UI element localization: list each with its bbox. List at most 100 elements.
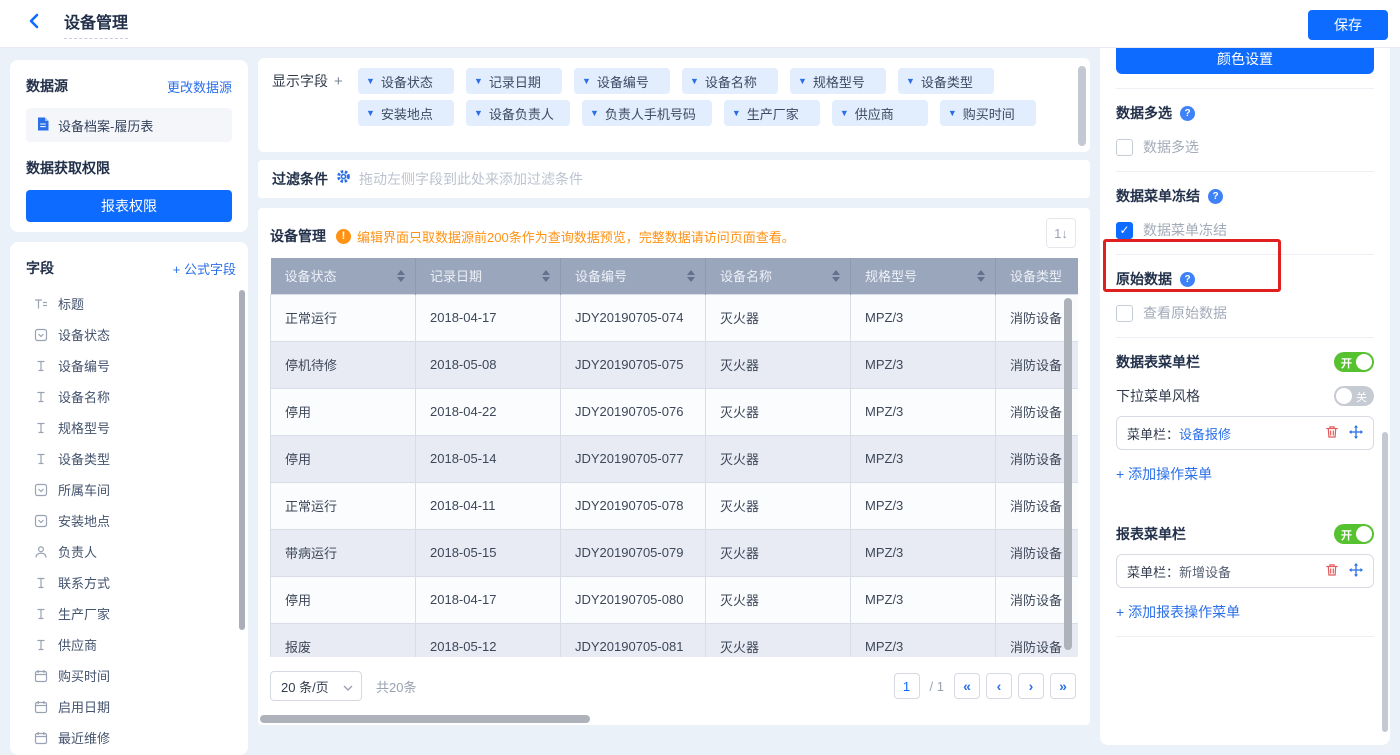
table-row[interactable]: 带病运行 2018-05-15 JDY20190705-079 灭火器 MPZ/3 消防设…	[270, 528, 1078, 577]
sort-arrows-icon[interactable]	[687, 269, 695, 282]
display-fields-scrollbar[interactable]	[1078, 66, 1086, 146]
checkbox-unchecked-icon[interactable]	[1116, 304, 1133, 322]
back-button[interactable]	[26, 13, 42, 34]
gear-icon[interactable]	[336, 169, 351, 189]
filter-bar[interactable]: 过滤条件 拖动左侧字段到此处来添加过滤条件	[258, 160, 1090, 198]
table-row[interactable]: 报废 2018-05-12 JDY20190705-081 灭火器 MPZ/3 消防设备	[270, 622, 1078, 657]
table-column-header[interactable]: 设备状态	[270, 258, 416, 294]
multi-select-option[interactable]: 数据多选	[1116, 137, 1374, 157]
display-field-chip[interactable]: ▼ 记录日期	[466, 68, 562, 94]
field-label: 设备类型	[58, 452, 111, 467]
field-list-item[interactable]: 安装地点	[26, 505, 236, 536]
help-icon[interactable]: ?	[1180, 105, 1195, 121]
page-size-select[interactable]: 20 条/页	[270, 671, 362, 701]
table-row[interactable]: 停用 2018-05-14 JDY20190705-077 灭火器 MPZ/3 消防设备	[270, 434, 1078, 483]
field-list-item[interactable]: 设备名称	[26, 381, 236, 412]
field-list-item[interactable]: 联系方式	[26, 567, 236, 598]
trash-icon[interactable]	[1325, 425, 1339, 442]
first-page-button[interactable]: «	[954, 673, 980, 699]
field-list-item[interactable]: 标题	[26, 288, 236, 319]
current-page-input[interactable]: 1	[893, 673, 920, 699]
sort-arrows-icon[interactable]	[977, 269, 985, 282]
move-icon[interactable]	[1349, 562, 1363, 580]
report-menu-toggle[interactable]: 开	[1334, 524, 1374, 544]
table-column-header[interactable]: 规格型号	[850, 258, 996, 294]
menu-item-name[interactable]: 新增设备	[1179, 562, 1231, 581]
table-row[interactable]: 正常运行 2018-04-11 JDY20190705-078 灭火器 MPZ/3 消防设…	[270, 481, 1078, 530]
table-row[interactable]: 停机待修 2018-05-08 JDY20190705-075 灭火器 MPZ/3 消防设…	[270, 340, 1078, 389]
table-row[interactable]: 停用 2018-04-22 JDY20190705-076 灭火器 MPZ/3 消防设备	[270, 387, 1078, 436]
table-column-header[interactable]: 设备名称	[705, 258, 851, 294]
chip-label: 设备负责人	[488, 106, 554, 122]
table-column-header[interactable]: 记录日期	[415, 258, 561, 294]
move-icon[interactable]	[1349, 424, 1363, 442]
field-list-item[interactable]: 规格型号	[26, 412, 236, 443]
prev-page-button[interactable]: ‹	[986, 673, 1012, 699]
help-icon[interactable]: ?	[1180, 271, 1195, 287]
sort-arrows-icon[interactable]	[542, 269, 550, 282]
display-field-chip[interactable]: ▼ 供应商	[831, 100, 928, 126]
field-list-item[interactable]: 购买时间	[26, 660, 236, 691]
sort-arrows-icon[interactable]	[397, 269, 405, 282]
color-settings-button[interactable]: 颜色设置	[1116, 46, 1374, 74]
menu-freeze-option[interactable]: ✓ 数据菜单冻结	[1116, 220, 1374, 240]
settings-scrollbar[interactable]	[1382, 432, 1388, 732]
raw-data-option[interactable]: 查看原始数据	[1116, 303, 1374, 323]
last-page-button[interactable]: »	[1050, 673, 1076, 699]
field-list-item[interactable]: 设备类型	[26, 443, 236, 474]
table-column-header[interactable]: 设备编号	[560, 258, 706, 294]
table-vertical-scrollbar[interactable]	[1064, 298, 1072, 650]
field-list-item[interactable]: 设备编号	[26, 350, 236, 381]
add-formula-field-link[interactable]: + 公式字段	[173, 259, 236, 278]
fields-scrollbar[interactable]	[239, 290, 245, 630]
table-column-header[interactable]: 设备类型	[995, 258, 1078, 294]
report-menu-title: 报表菜单栏	[1116, 526, 1186, 542]
display-field-chip[interactable]: ▼ 设备编号	[574, 68, 670, 94]
table-horizontal-scrollbar[interactable]	[260, 715, 590, 723]
display-field-chip[interactable]: ▼ 规格型号	[790, 68, 886, 94]
add-report-action-menu-link[interactable]: + 添加报表操作菜单	[1116, 602, 1374, 622]
menu-item-new-device[interactable]: 菜单栏： 新增设备	[1116, 554, 1374, 588]
field-label: 最近维修	[58, 731, 111, 746]
fields-panel: 字段 + 公式字段 标题 设备状态 设备编号 设备名称 规格型号 设备类型 所属…	[10, 242, 248, 755]
display-field-chip[interactable]: ▼ 安装地点	[358, 100, 454, 126]
table-cell: MPZ/3	[850, 528, 996, 577]
table-cell: 停用	[270, 387, 416, 436]
field-list-item[interactable]: 设备状态	[26, 319, 236, 350]
field-list-item[interactable]: 所属车间	[26, 474, 236, 505]
display-field-chip[interactable]: ▼ 设备类型	[898, 68, 994, 94]
checkbox-checked-icon[interactable]: ✓	[1116, 221, 1133, 239]
display-field-chip[interactable]: ▼ 设备状态	[358, 68, 454, 94]
dropdown-style-toggle[interactable]: 关	[1334, 386, 1374, 406]
trash-icon[interactable]	[1325, 563, 1339, 580]
checkbox-unchecked-icon[interactable]	[1116, 138, 1133, 156]
menu-item-name[interactable]: 设备报修	[1179, 424, 1231, 443]
display-field-chip[interactable]: ▼ 设备名称	[682, 68, 778, 94]
datasource-item[interactable]: 设备档案-履历表	[26, 108, 232, 142]
menu-item-device-repair[interactable]: 菜单栏： 设备报修	[1116, 416, 1374, 450]
text-field-icon	[34, 576, 48, 590]
table-row[interactable]: 停用 2018-04-17 JDY20190705-080 灭火器 MPZ/3 消防设备	[270, 575, 1078, 624]
display-field-chip[interactable]: ▼ 生产厂家	[723, 100, 820, 126]
field-list-item[interactable]: 生产厂家	[26, 598, 236, 629]
change-datasource-link[interactable]: 更改数据源	[167, 77, 232, 96]
field-list-item[interactable]: 供应商	[26, 629, 236, 660]
display-field-chip[interactable]: ▼ 设备负责人	[466, 100, 570, 126]
table-row[interactable]: 正常运行 2018-04-17 JDY20190705-074 灭火器 MPZ/3 消防设…	[270, 293, 1078, 342]
help-icon[interactable]: ?	[1208, 188, 1223, 204]
sort-order-button[interactable]: 1↓	[1046, 218, 1076, 248]
report-permission-button[interactable]: 报表权限	[26, 190, 232, 222]
field-list-item[interactable]: 启用日期	[26, 691, 236, 722]
next-page-button[interactable]: ›	[1018, 673, 1044, 699]
display-field-chip[interactable]: ▼ 负责人手机号码	[581, 100, 712, 126]
save-button[interactable]: 保存	[1308, 10, 1388, 40]
field-label: 规格型号	[58, 421, 111, 436]
sort-arrows-icon[interactable]	[832, 269, 840, 282]
data-table: 设备状态 记录日期 设备编号 设备名称 规格型号 设备类型 正常运行 2018-…	[270, 258, 1078, 657]
field-list-item[interactable]: 负责人	[26, 536, 236, 567]
add-action-menu-link[interactable]: + 添加操作菜单	[1116, 464, 1374, 484]
display-field-chip[interactable]: ▼ 购买时间	[939, 100, 1036, 126]
add-display-field-button[interactable]: +	[334, 73, 343, 90]
data-table-menu-toggle[interactable]: 开	[1334, 352, 1374, 372]
field-list-item[interactable]: 最近维修	[26, 722, 236, 753]
